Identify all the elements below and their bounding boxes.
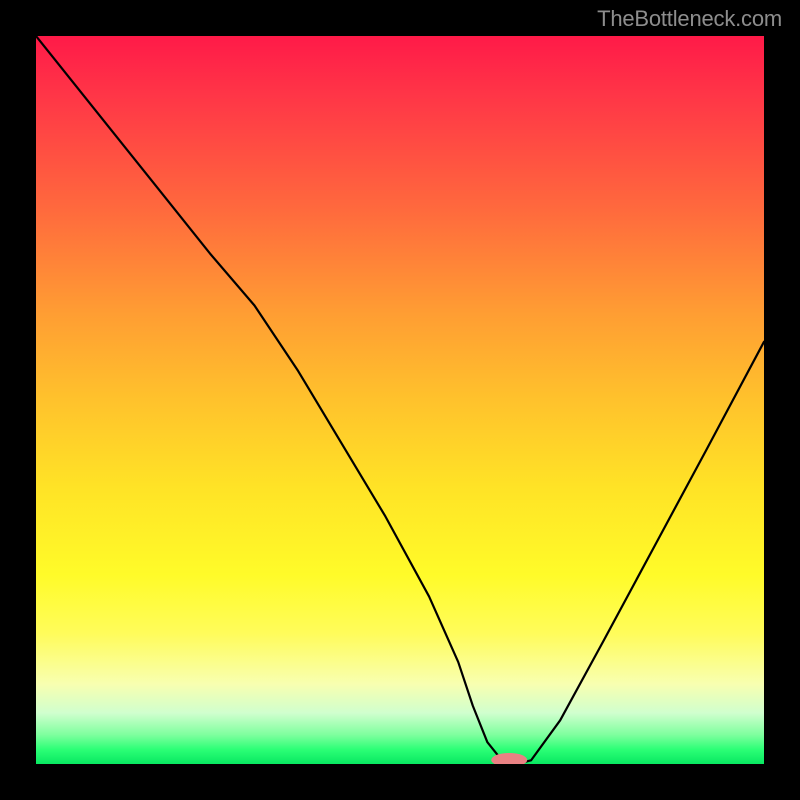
watermark-text: TheBottleneck.com	[597, 6, 782, 32]
chart-container: TheBottleneck.com	[0, 0, 800, 800]
chart-svg	[36, 36, 764, 764]
plot-area	[36, 36, 764, 764]
bottleneck-curve-path	[36, 36, 764, 764]
